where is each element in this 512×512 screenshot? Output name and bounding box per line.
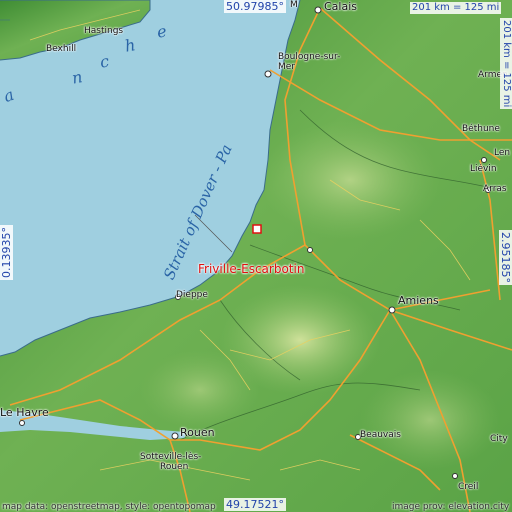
location-marker (252, 224, 262, 234)
coord-bottom: 49.17521° (224, 498, 286, 511)
elevation-map: a n c h e Strait of Dover - Pa Calais Ha… (0, 0, 512, 512)
city-label: Boulogne-sur- (278, 52, 341, 62)
city-label: Arras (483, 184, 507, 194)
city-label: Rouen (160, 462, 189, 472)
scale-bar-top: 201 km = 125 mi (410, 2, 502, 14)
elevation-highland (140, 350, 260, 430)
scale-bar-right: 201 km = 125 mi (500, 18, 512, 110)
marker-label: Friville-Escarbotin (198, 262, 305, 276)
attribution-right: image prov: elevation.city (392, 502, 510, 512)
attribution-left: map data: openstreetmap, style: opentopo… (2, 502, 216, 512)
city-label: Le Havre (0, 406, 49, 419)
city-label: City (490, 434, 508, 444)
city-label: Beauvais (360, 430, 401, 440)
city-label: Dieppe (176, 290, 208, 300)
city-label: Len (494, 148, 511, 158)
city-label: Sotteville-lès- (140, 452, 202, 462)
city-label: Calais (324, 0, 358, 13)
elevation-highland (260, 120, 440, 240)
city-label: Amiens (398, 294, 439, 307)
city-label: Hastings (84, 26, 124, 36)
city-label: Liévin (470, 164, 497, 174)
city-label: Béthune (462, 124, 500, 134)
city-label: Bexhill (46, 44, 77, 54)
city-label: Creil (458, 482, 479, 492)
city-label: Rouen (180, 426, 215, 439)
city-label: Mer (278, 62, 296, 72)
coord-left: 0.13935° (0, 225, 13, 280)
city-label: M (290, 0, 298, 10)
coord-top: 50.97985° (224, 0, 286, 13)
coord-right: 2.95185° (499, 230, 512, 285)
